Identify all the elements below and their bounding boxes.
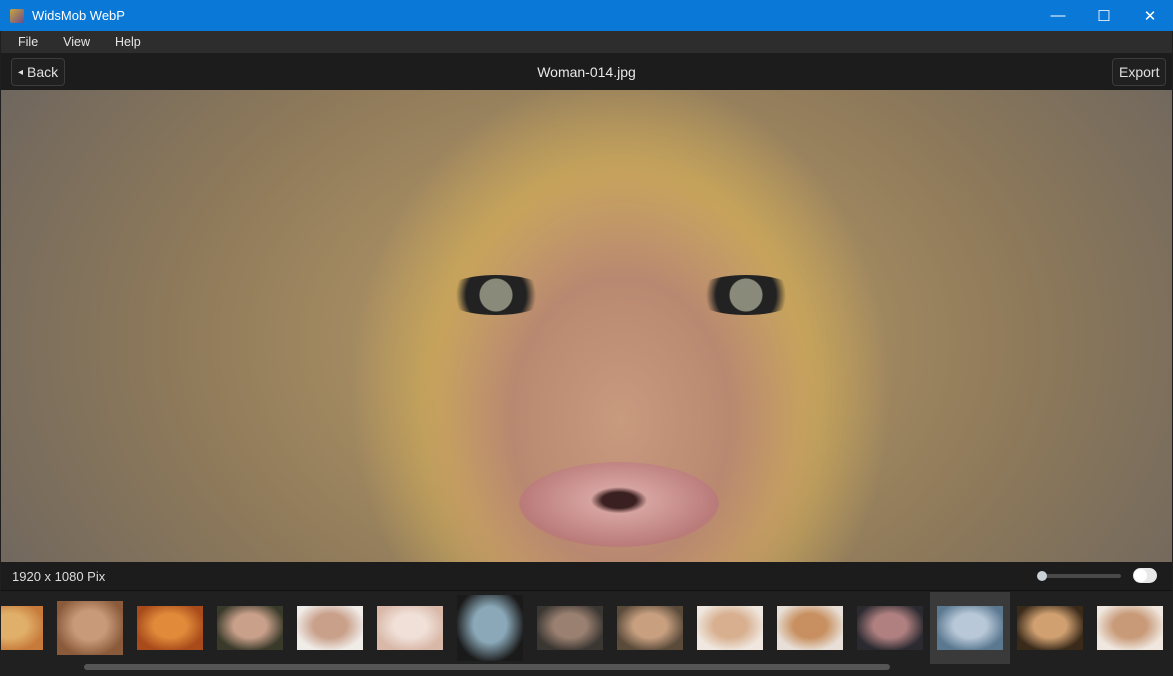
thumbnail-item[interactable] — [610, 592, 690, 664]
image-dimensions: 1920 x 1080 Pix — [12, 569, 106, 584]
window-title: WidsMob WebP — [32, 8, 125, 23]
photo-lips — [519, 462, 719, 547]
thumbnail-image — [297, 606, 363, 650]
thumbnail-item[interactable] — [370, 592, 450, 664]
close-button[interactable]: ✕ — [1127, 0, 1173, 31]
thumbnail-image — [57, 601, 123, 655]
title-bar: WidsMob WebP — ☐ ✕ — [0, 0, 1173, 31]
thumbnail-image — [457, 595, 523, 661]
image-viewer[interactable] — [1, 90, 1172, 562]
thumbnail-image — [217, 606, 283, 650]
thumbnail-item[interactable] — [290, 592, 370, 664]
thumbnail-item[interactable] — [210, 592, 290, 664]
thumbnail-item[interactable] — [50, 592, 130, 664]
thumbnail-strip — [1, 592, 1172, 676]
menu-view[interactable]: View — [46, 35, 90, 49]
menu-bar: File View Help — [1, 31, 1172, 53]
export-button[interactable]: Export — [1112, 58, 1167, 86]
thumbnail-item[interactable] — [530, 592, 610, 664]
thumbnail-image — [777, 606, 843, 650]
thumbnail-image — [137, 606, 203, 650]
thumbnail-image — [1, 606, 43, 650]
app-icon — [10, 8, 24, 23]
thumbnail-item[interactable] — [690, 592, 770, 664]
thumbnail-item[interactable] — [770, 592, 850, 664]
thumbnail-item[interactable] — [1, 592, 50, 664]
toolbar: ◂ Back Woman-014.jpg Export — [1, 53, 1172, 90]
thumbnail-image — [537, 606, 603, 650]
thumbnail-image — [697, 606, 763, 650]
photo-eye-right — [691, 275, 801, 315]
menu-file[interactable]: File — [1, 35, 38, 49]
thumbnail-image — [617, 606, 683, 650]
thumbnail-item[interactable] — [1010, 592, 1090, 664]
thumbnail-item[interactable] — [1090, 592, 1170, 664]
maximize-button[interactable]: ☐ — [1081, 0, 1127, 31]
thumbnail-image — [377, 606, 443, 650]
thumbnail-item[interactable] — [450, 592, 530, 664]
menu-help[interactable]: Help — [98, 35, 141, 49]
minimize-button[interactable]: — — [1035, 0, 1081, 31]
photo-eye-left — [441, 275, 551, 315]
thumbnail-image — [937, 606, 1003, 650]
thumbnail-image — [1097, 606, 1163, 650]
status-bar: 1920 x 1080 Pix — [1, 562, 1172, 591]
horizontal-scrollbar[interactable] — [84, 664, 890, 670]
thumbnail-item[interactable] — [930, 592, 1010, 664]
zoom-slider[interactable] — [1039, 574, 1121, 578]
thumbnail-item[interactable] — [130, 592, 210, 664]
thumbnail-image — [857, 606, 923, 650]
zoom-slider-handle[interactable] — [1037, 571, 1047, 581]
view-toggle[interactable] — [1133, 568, 1157, 583]
thumbnail-item[interactable] — [850, 592, 930, 664]
file-name: Woman-014.jpg — [537, 64, 636, 80]
thumbnail-image — [1017, 606, 1083, 650]
